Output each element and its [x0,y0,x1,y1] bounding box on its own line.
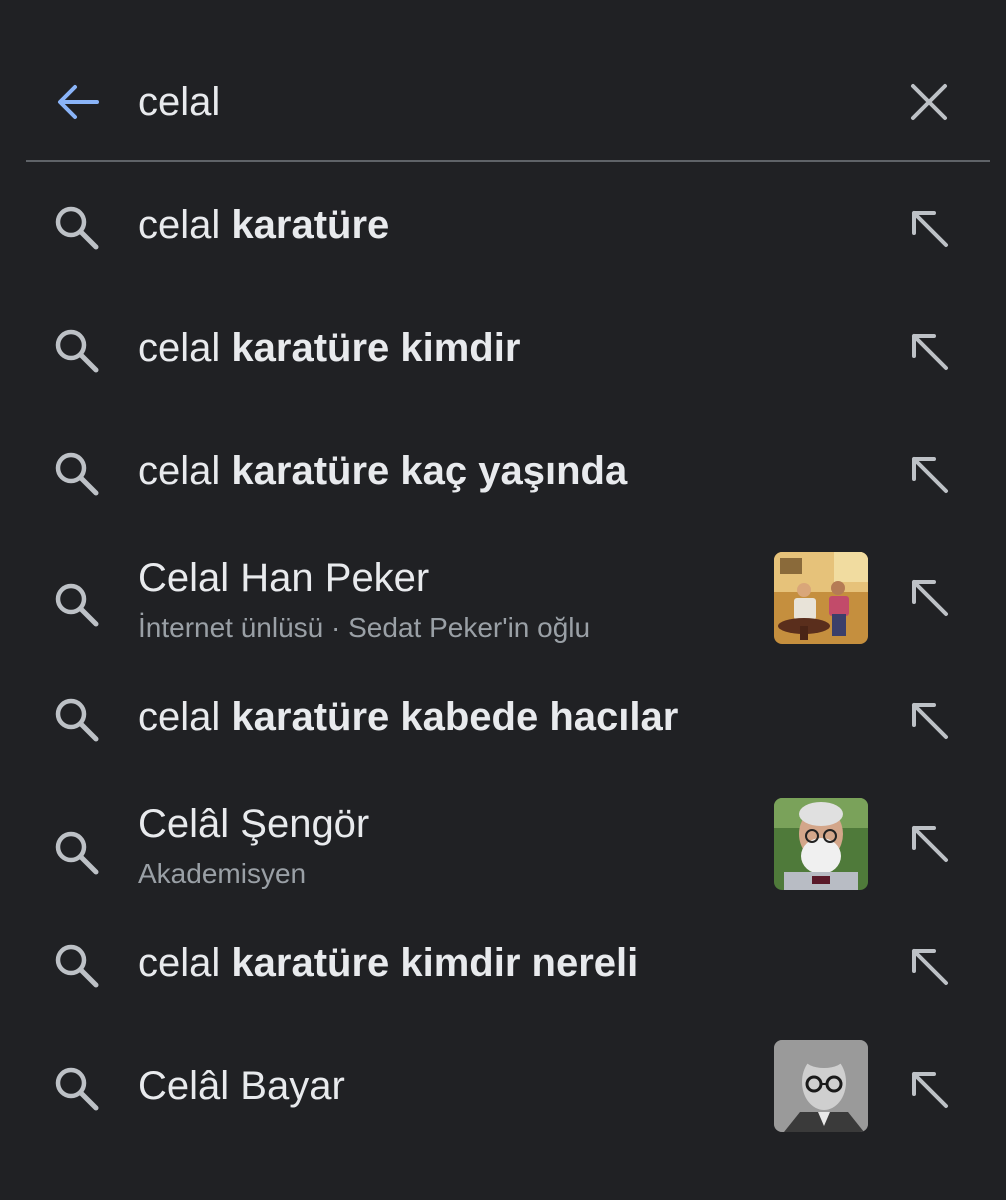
suggestion-completion: karatüre kaç yaşında [231,449,628,493]
search-icon [55,452,99,496]
search-icon [55,206,99,250]
suggestion-row-entity[interactable]: Celâl Bayar [0,1024,1006,1147]
suggestion-row[interactable]: celal karatüre kimdir nereli [0,901,1006,1024]
suggestion-completion: karatüre kimdir [231,326,521,370]
suggestion-row[interactable]: celal karatüre [0,163,1006,286]
entity-title: Celal Han Peker [138,556,430,600]
search-icon [55,698,99,742]
suggestion-completion: karatüre [231,203,390,247]
fill-query-arrow-icon[interactable] [904,818,956,870]
suggestion-row[interactable]: celal karatüre kimdir [0,286,1006,409]
suggestion-completion: karatüre kabede hacılar [231,695,679,739]
search-bar [0,40,1006,162]
suggestion-row[interactable]: celal karatüre kabede hacılar [0,655,1006,778]
fill-query-arrow-icon[interactable] [904,326,956,378]
suggestion-row-entity[interactable]: Celâl Şengör Akademisyen [0,778,1006,901]
suggestion-row[interactable]: celal karatüre kaç yaşında [0,409,1006,532]
fill-query-arrow-icon[interactable] [904,572,956,624]
entity-subtitle: Akademisyen [138,858,307,889]
search-icon [55,831,99,875]
fill-query-arrow-icon[interactable] [904,203,956,255]
search-screen: celal karatüre celal karatüre kimdir cel… [0,0,1006,1200]
suggestion-list: celal karatüre celal karatüre kimdir cel… [0,163,1006,1147]
suggestion-row-entity[interactable]: Celal Han Peker İnternet ünlüsü · Sedat … [0,532,1006,655]
suggestion-prefix: celal [138,941,232,985]
divider [26,160,990,162]
suggestion-prefix: celal [138,326,232,370]
entity-subtitle: İnternet ünlüsü · Sedat Peker'in oğlu [138,612,591,643]
fill-query-arrow-icon[interactable] [904,1064,956,1116]
close-icon [911,84,947,120]
search-icon [55,1067,99,1111]
search-icon [55,329,99,373]
suggestion-prefix: celal [138,695,232,739]
entity-title: Celâl Bayar [138,1064,345,1108]
suggestion-label: celal karatüre kimdir nereli [138,937,638,989]
photo-thumbnail [774,1040,868,1132]
suggestion-label: celal karatüre kabede hacılar [138,691,678,743]
arrow-back-icon [58,85,99,119]
search-input[interactable] [138,74,838,130]
suggestion-prefix: celal [138,449,232,493]
fill-query-arrow-icon[interactable] [904,941,956,993]
clear-button[interactable] [906,80,952,124]
back-button[interactable] [50,80,104,124]
entity-title: Celâl Şengör [138,802,370,846]
suggestion-label: celal karatüre kimdir [138,322,520,374]
suggestion-prefix: celal [138,203,232,247]
photo-thumbnail [774,552,868,644]
search-icon [55,944,99,988]
suggestion-label: celal karatüre kaç yaşında [138,445,627,497]
search-icon [55,583,99,627]
suggestion-label: celal karatüre [138,199,389,251]
suggestion-completion: karatüre kimdir nereli [231,941,639,985]
fill-query-arrow-icon[interactable] [904,449,956,501]
photo-thumbnail [774,798,868,890]
fill-query-arrow-icon[interactable] [904,695,956,747]
